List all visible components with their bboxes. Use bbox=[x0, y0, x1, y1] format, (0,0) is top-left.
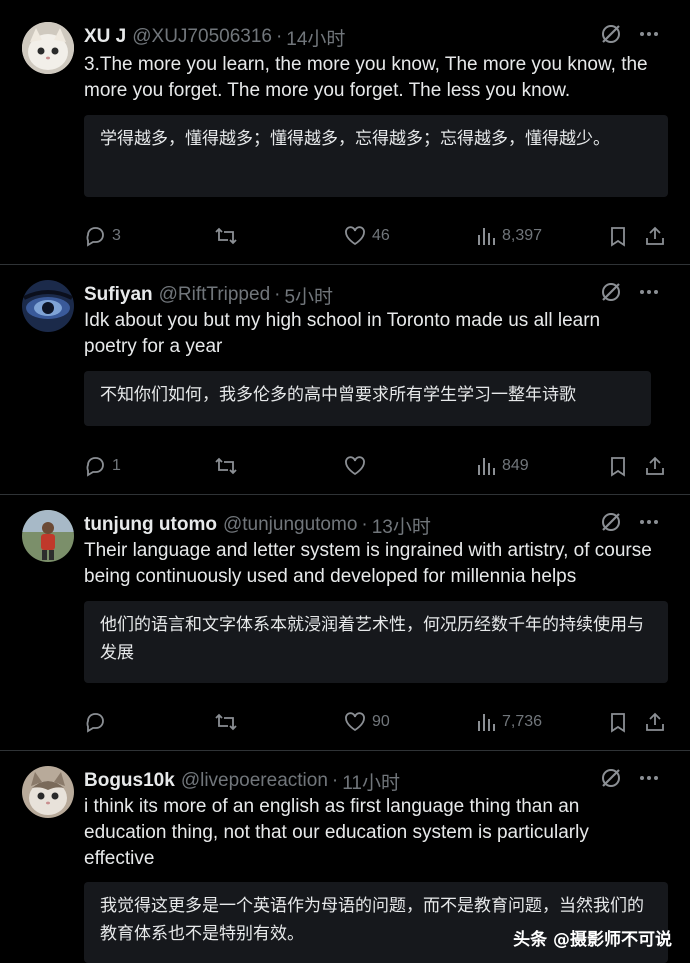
views-icon bbox=[478, 714, 495, 731]
view-count: 8,397 bbox=[502, 227, 543, 244]
grok-icon[interactable] bbox=[600, 511, 622, 539]
reply-count: 3 bbox=[112, 227, 121, 244]
author-name[interactable]: Sufiyan bbox=[84, 284, 153, 306]
tweet-text: Idk about you but my high school in Toro… bbox=[84, 310, 601, 357]
views-button[interactable]: 8,397 bbox=[476, 222, 542, 250]
reply-icon bbox=[86, 457, 104, 477]
timestamp[interactable]: 5小时 bbox=[284, 282, 333, 309]
timestamp[interactable]: 11小时 bbox=[342, 768, 400, 795]
avatar[interactable] bbox=[22, 510, 74, 562]
views-button[interactable]: 7,736 bbox=[476, 708, 542, 736]
share-button[interactable] bbox=[644, 708, 666, 736]
share-icon bbox=[646, 712, 664, 731]
separator-dot: · bbox=[275, 26, 283, 47]
grok-icon[interactable] bbox=[600, 281, 622, 309]
more-icon[interactable] bbox=[638, 767, 660, 795]
author-name[interactable]: tunjung utomo bbox=[84, 514, 217, 536]
share-button[interactable] bbox=[644, 222, 666, 250]
view-count: 7,736 bbox=[502, 713, 543, 730]
like-button[interactable]: 46 bbox=[344, 222, 390, 250]
author-handle[interactable]: @tunjungutomo bbox=[223, 514, 357, 536]
translation-box: 我觉得这更多是一个英语作为母语的问题，而不是教育问题，当然我们的教育体系也不是特… bbox=[84, 882, 668, 963]
bookmark-icon bbox=[611, 227, 625, 247]
tweet[interactable]: Sufiyan @RiftTripped · 5小时 Idk about you… bbox=[0, 264, 690, 495]
reply-button[interactable]: 1 bbox=[84, 452, 121, 480]
tweet-text: 3.The more you learn, the more you know,… bbox=[84, 54, 648, 101]
reply-icon bbox=[86, 713, 104, 733]
person-avatar-image bbox=[22, 510, 74, 562]
author-handle[interactable]: @RiftTripped bbox=[159, 284, 271, 306]
like-count: 46 bbox=[372, 227, 390, 244]
translation-box: 他们的语言和文字体系本就浸润着艺术性，何况历经数千年的持续使用与发展 bbox=[84, 601, 668, 683]
cat-avatar-image bbox=[22, 766, 74, 818]
like-icon bbox=[345, 456, 365, 476]
views-icon bbox=[478, 228, 495, 245]
timestamp[interactable]: 14小时 bbox=[286, 24, 345, 51]
author-handle[interactable]: @XUJ70506316 bbox=[132, 26, 272, 48]
views-button[interactable]: 849 bbox=[476, 452, 529, 480]
avatar[interactable] bbox=[22, 280, 74, 332]
retweet-icon bbox=[215, 457, 237, 475]
view-count: 849 bbox=[502, 457, 529, 474]
author-name[interactable]: XU J bbox=[84, 26, 126, 48]
translation-box: 学得越多，懂得越多；懂得越多，忘得越多；忘得越多，懂得越少。 bbox=[84, 115, 668, 197]
grok-icon[interactable] bbox=[600, 767, 622, 795]
like-count: 90 bbox=[372, 713, 390, 730]
more-icon[interactable] bbox=[638, 281, 660, 309]
separator-dot: · bbox=[274, 284, 281, 305]
bookmark-button[interactable] bbox=[608, 222, 628, 250]
views-icon bbox=[478, 458, 495, 475]
cat-avatar-image bbox=[22, 22, 74, 74]
translation-box: 不知你们如何，我多伦多的高中曾要求所有学生学习一整年诗歌 bbox=[84, 371, 651, 426]
more-icon[interactable] bbox=[638, 23, 660, 51]
reply-icon bbox=[86, 227, 104, 247]
more-icon[interactable] bbox=[638, 511, 660, 539]
avatar[interactable] bbox=[22, 22, 74, 74]
tweet-text: i think its more of an english as first … bbox=[84, 796, 589, 869]
retweet-button[interactable] bbox=[214, 708, 238, 736]
tweet-text: Their language and letter system is ingr… bbox=[84, 540, 652, 587]
share-button[interactable] bbox=[644, 452, 666, 480]
like-icon bbox=[345, 712, 365, 732]
separator-dot: · bbox=[331, 770, 339, 791]
timestamp[interactable]: 13小时 bbox=[372, 512, 431, 539]
reply-button[interactable]: 3 bbox=[84, 222, 121, 250]
retweet-button[interactable] bbox=[214, 222, 238, 250]
like-icon bbox=[345, 226, 365, 246]
bookmark-icon bbox=[611, 457, 625, 477]
retweet-icon bbox=[215, 713, 237, 731]
grok-icon[interactable] bbox=[600, 23, 622, 51]
like-button[interactable]: 90 bbox=[344, 708, 390, 736]
author-handle[interactable]: @livepoereaction bbox=[181, 770, 328, 792]
reply-button[interactable] bbox=[84, 708, 112, 736]
retweet-button[interactable] bbox=[214, 452, 238, 480]
separator-dot: · bbox=[361, 514, 368, 535]
tweet[interactable]: tunjung utomo @tunjungutomo · 13小时 Their… bbox=[0, 494, 690, 751]
reply-count: 1 bbox=[112, 457, 121, 474]
like-button[interactable] bbox=[344, 452, 372, 480]
bookmark-button[interactable] bbox=[608, 452, 628, 480]
bookmark-button[interactable] bbox=[608, 708, 628, 736]
author-name[interactable]: Bogus10k bbox=[84, 770, 175, 792]
share-icon bbox=[646, 456, 664, 475]
share-icon bbox=[646, 226, 664, 245]
avatar[interactable] bbox=[22, 766, 74, 818]
retweet-icon bbox=[215, 227, 237, 245]
watermark: 头条 @摄影师不可说 bbox=[513, 930, 672, 950]
eye-avatar-image bbox=[22, 280, 74, 332]
bookmark-icon bbox=[611, 713, 625, 733]
tweet[interactable]: XU J @XUJ70506316 · 14小时 3.The more you … bbox=[0, 0, 690, 265]
